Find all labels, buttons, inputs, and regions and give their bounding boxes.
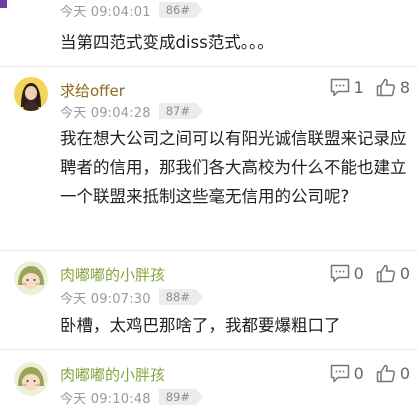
reply-count: 0: [353, 264, 364, 283]
comment-actions: 1 8: [318, 78, 410, 97]
like-count: 0: [399, 364, 410, 383]
comment-bubble-icon: [330, 364, 349, 383]
divider: [0, 349, 418, 350]
floor-badge: 86#: [158, 2, 204, 18]
comment-time: 今天 09:07:30: [60, 291, 151, 307]
divider: [0, 66, 418, 67]
comment-meta: 今天 09:07:30 88#: [60, 288, 204, 307]
comment-text: 当第四范式变成diss范式。。。: [60, 33, 274, 52]
comment-time: 今天 09:04:01: [60, 4, 151, 20]
comment-time: 今天 09:04:28: [60, 105, 151, 121]
comment-text: 卧槽，太鸡巴那啥了，我都要爆粗口了: [60, 316, 341, 335]
username[interactable]: 肉嘟嘟的小胖孩: [60, 264, 165, 285]
comment-feed: 今天 09:04:01 86# 当第四范式变成diss范式。。。 求给offer…: [0, 0, 418, 418]
avatar[interactable]: [0, 0, 7, 8]
username[interactable]: 肉嘟嘟的小胖孩: [60, 364, 165, 385]
comment-bubble-icon: [330, 264, 349, 283]
comment-bubble-icon: [330, 78, 349, 97]
reply-count: 0: [353, 364, 364, 383]
floor-badge: 88#: [158, 289, 204, 305]
floor-badge: 89#: [158, 389, 204, 405]
comment-text: 我在想大公司之间可以有阳光诚信联盟来记录应聘者的信用，那我们各大高校为什么不能也…: [60, 129, 407, 206]
comment-meta: 今天 09:04:01 86#: [60, 1, 204, 20]
like-button[interactable]: 0: [376, 364, 410, 383]
thumbs-up-icon: [376, 264, 395, 283]
reply-button[interactable]: 0: [330, 364, 364, 383]
thumbs-up-icon: [376, 364, 395, 383]
avatar[interactable]: [14, 362, 48, 396]
reply-button[interactable]: 0: [330, 264, 364, 283]
avatar[interactable]: [14, 77, 48, 111]
like-count: 0: [399, 264, 410, 283]
divider: [0, 250, 418, 251]
like-button[interactable]: 8: [376, 78, 410, 97]
username[interactable]: 求给offer: [60, 80, 125, 101]
comment-meta: 今天 09:04:28 87#: [60, 102, 204, 121]
avatar[interactable]: [14, 261, 48, 295]
comment-meta: 今天 09:10:48 89#: [60, 388, 204, 407]
comment-time: 今天 09:10:48: [60, 391, 151, 407]
comment-actions: 0 0: [318, 264, 410, 283]
comment-actions: 0 0: [318, 364, 410, 383]
reply-button[interactable]: 1: [330, 78, 364, 97]
like-count: 8: [399, 78, 410, 97]
like-button[interactable]: 0: [376, 264, 410, 283]
thumbs-up-icon: [376, 78, 395, 97]
floor-badge: 87#: [158, 103, 204, 119]
reply-count: 1: [353, 78, 364, 97]
